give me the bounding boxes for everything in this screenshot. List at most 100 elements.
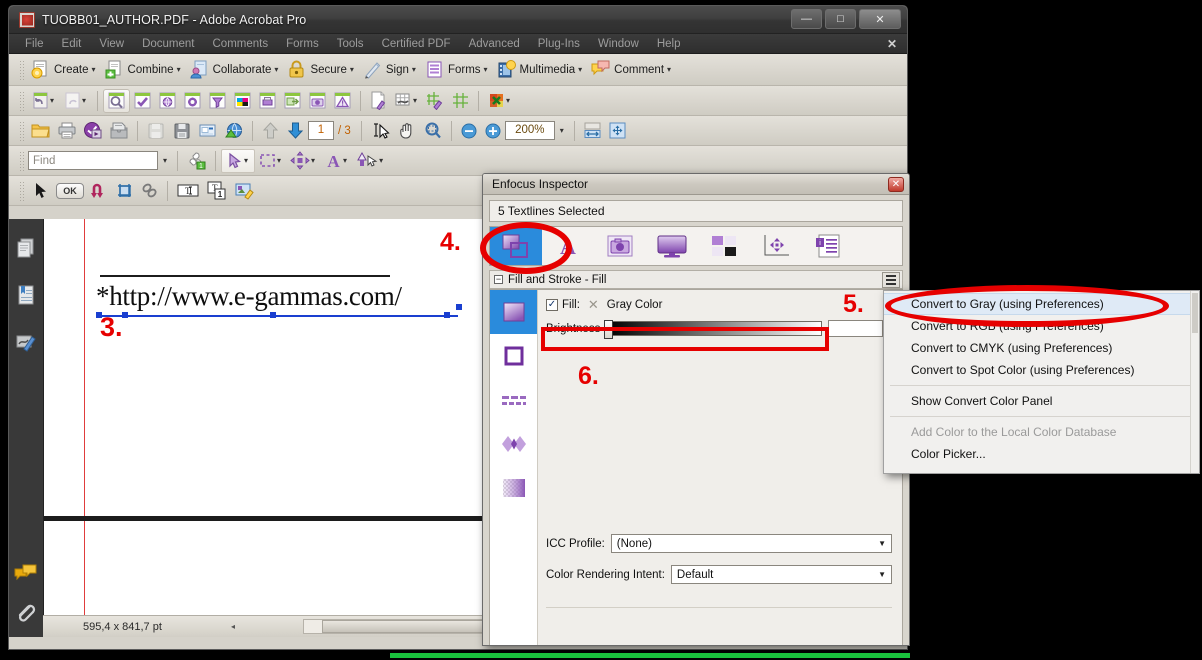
marquee-select-button[interactable]: ▾ bbox=[255, 149, 287, 173]
tab-separations[interactable] bbox=[698, 227, 750, 265]
preflight-fan-button[interactable]: 1 bbox=[183, 149, 210, 173]
print-file-button[interactable] bbox=[54, 119, 80, 143]
minimize-button[interactable]: — bbox=[791, 9, 822, 29]
zoom-out-button[interactable] bbox=[457, 119, 481, 143]
zoom-level-input[interactable]: 200% bbox=[504, 121, 555, 140]
text-touchup-button[interactable]: A ▾ bbox=[321, 149, 353, 173]
pages-thumbnail-icon[interactable] bbox=[15, 237, 37, 264]
chevron-down-icon[interactable]: ▾ bbox=[177, 65, 181, 74]
text-page-button[interactable]: T1 bbox=[203, 179, 231, 203]
menu-document[interactable]: Document bbox=[142, 38, 194, 50]
chevron-down-icon[interactable]: ▾ bbox=[484, 65, 488, 74]
comment-button[interactable]: Comment ▾ bbox=[588, 58, 677, 82]
inspector-close-button[interactable]: ✕ bbox=[888, 177, 904, 192]
toolbar-grip[interactable] bbox=[19, 180, 24, 201]
menu-window[interactable]: Window bbox=[598, 38, 639, 50]
icc-profile-select[interactable]: (None) ▼ bbox=[610, 534, 892, 553]
link-chain-button[interactable] bbox=[137, 179, 162, 203]
attachments-icon[interactable] bbox=[15, 602, 37, 629]
close-window-button[interactable]: ✕ bbox=[859, 9, 901, 29]
brightness-value-input[interactable] bbox=[828, 320, 884, 337]
menu-item-convert-to-gray[interactable]: Convert to Gray (using Preferences) bbox=[884, 293, 1199, 315]
media-play-button[interactable] bbox=[80, 119, 106, 143]
section-expander-icon[interactable]: − bbox=[494, 275, 503, 284]
scroll-left-arrow-icon[interactable]: ◂ bbox=[231, 622, 235, 631]
object-select-button[interactable]: ▾ bbox=[221, 148, 256, 173]
curve-arrow-button[interactable] bbox=[87, 179, 112, 203]
brightness-slider[interactable] bbox=[604, 320, 823, 339]
chevron-down-icon[interactable]: ▾ bbox=[413, 96, 417, 105]
cmyk-button[interactable] bbox=[230, 89, 255, 113]
page-url-text[interactable]: *http://www.e-gammas.com/ bbox=[96, 281, 402, 312]
move-object-button[interactable]: ▾ bbox=[287, 149, 321, 173]
chevron-down-icon[interactable]: ▾ bbox=[379, 156, 383, 165]
bookmarks-icon[interactable] bbox=[15, 284, 37, 311]
menu-help[interactable]: Help bbox=[657, 38, 681, 50]
chevron-down-icon[interactable]: ▼ bbox=[878, 570, 886, 579]
chevron-down-icon[interactable]: ▾ bbox=[578, 65, 582, 74]
zoom-dropdown-icon[interactable]: ▾ bbox=[555, 121, 569, 140]
globe-button[interactable] bbox=[155, 89, 180, 113]
tab-position[interactable] bbox=[750, 227, 802, 265]
menu-comments[interactable]: Comments bbox=[213, 38, 269, 50]
menu-item-convert-to-rgb[interactable]: Convert to RGB (using Preferences) bbox=[884, 315, 1199, 337]
hand-tool-button[interactable] bbox=[395, 119, 420, 143]
tab-image[interactable] bbox=[594, 227, 646, 265]
page-number-input[interactable]: 1 bbox=[308, 121, 334, 140]
marquee-zoom-button[interactable] bbox=[420, 119, 446, 143]
context-menu-scrollbar[interactable] bbox=[1190, 291, 1199, 473]
menu-item-color-picker[interactable]: Color Picker... bbox=[884, 443, 1199, 465]
menu-view[interactable]: View bbox=[99, 38, 124, 50]
menu-certified-pdf[interactable]: Certified PDF bbox=[382, 38, 451, 50]
fit-page-button[interactable] bbox=[605, 119, 630, 143]
inspector-section-header[interactable]: − Fill and Stroke - Fill bbox=[489, 270, 903, 289]
signatures-icon[interactable] bbox=[15, 331, 37, 358]
chevron-down-icon[interactable]: ▼ bbox=[878, 539, 886, 548]
menu-file[interactable]: File bbox=[25, 38, 44, 50]
combine-button[interactable]: Combine ▾ bbox=[102, 58, 187, 82]
sign-button[interactable]: Sign ▾ bbox=[360, 58, 422, 82]
chevron-down-icon[interactable]: ▾ bbox=[50, 96, 54, 105]
toolbar-grip[interactable] bbox=[19, 120, 24, 141]
attribute-dashes[interactable] bbox=[490, 378, 537, 422]
upload-globe-button[interactable] bbox=[221, 119, 247, 143]
page-edit-button[interactable] bbox=[366, 89, 391, 113]
clear-fill-icon[interactable]: ✕ bbox=[588, 297, 599, 313]
warning-button[interactable] bbox=[330, 89, 355, 113]
toolbar-grip[interactable] bbox=[19, 59, 24, 80]
chevron-down-icon[interactable]: ▾ bbox=[277, 156, 281, 165]
grid-edit-button[interactable] bbox=[423, 89, 448, 113]
pen-touchup-button[interactable]: ▾ bbox=[353, 149, 389, 173]
tab-fill-and-stroke[interactable] bbox=[490, 227, 542, 265]
text-box-button[interactable]: T bbox=[173, 179, 203, 203]
arrow-select-button[interactable] bbox=[28, 179, 53, 203]
menu-item-convert-to-spot-color[interactable]: Convert to Spot Color (using Preferences… bbox=[884, 359, 1199, 381]
image-edit-button[interactable] bbox=[231, 179, 259, 203]
toolbar-grip[interactable] bbox=[19, 150, 24, 171]
save-button[interactable] bbox=[169, 119, 195, 143]
section-options-menu-icon[interactable] bbox=[882, 272, 900, 288]
grid-button[interactable] bbox=[448, 89, 473, 113]
toolbar-grip[interactable] bbox=[19, 90, 24, 111]
chevron-down-icon[interactable]: ▾ bbox=[82, 96, 86, 105]
chevron-down-icon[interactable]: ▾ bbox=[350, 65, 354, 74]
print-button[interactable] bbox=[255, 89, 280, 113]
find-control[interactable]: Find ▾ bbox=[28, 151, 172, 170]
zoom-in-button[interactable] bbox=[481, 119, 505, 143]
rendering-intent-select[interactable]: Default ▼ bbox=[670, 565, 892, 584]
maximize-button[interactable]: □ bbox=[825, 9, 856, 29]
comments-icon[interactable] bbox=[14, 563, 38, 588]
snapshot-button[interactable] bbox=[305, 89, 330, 113]
menu-plugins[interactable]: Plug-Ins bbox=[538, 38, 580, 50]
menu-tools[interactable]: Tools bbox=[337, 38, 364, 50]
collaborate-button[interactable]: Collaborate ▾ bbox=[187, 58, 285, 82]
scrollbar-thumb[interactable] bbox=[1192, 293, 1198, 333]
multimedia-button[interactable]: Multimedia ▾ bbox=[494, 58, 589, 82]
tab-text[interactable]: A bbox=[542, 227, 594, 265]
chevron-down-icon[interactable]: ▾ bbox=[274, 65, 278, 74]
chevron-down-icon[interactable]: ▾ bbox=[506, 96, 510, 105]
attribute-fill[interactable] bbox=[490, 290, 537, 334]
chevron-down-icon[interactable]: ▾ bbox=[343, 156, 347, 165]
menu-advanced[interactable]: Advanced bbox=[469, 38, 520, 50]
funnel-button[interactable] bbox=[205, 89, 230, 113]
